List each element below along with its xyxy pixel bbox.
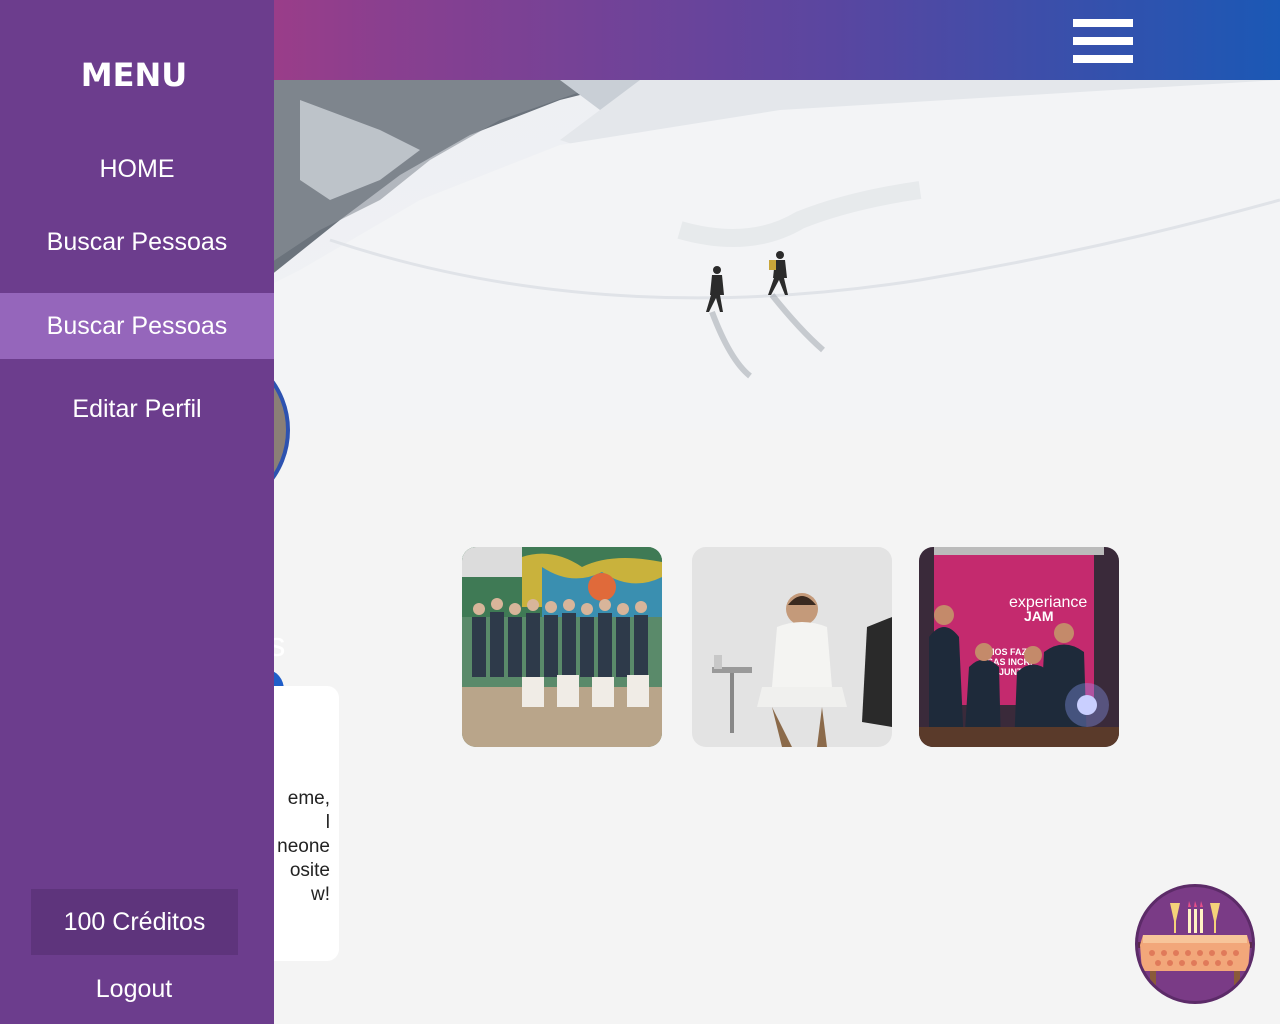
gallery-photo-group[interactable]	[462, 547, 662, 747]
banner-text: JAM	[1024, 608, 1054, 624]
sidebar-item-home[interactable]: HOME	[0, 155, 274, 184]
menu-title: MENU	[80, 56, 188, 94]
hamburger-menu-icon[interactable]	[1073, 19, 1133, 63]
gallery-photo-speaker[interactable]	[692, 547, 892, 747]
logout-link[interactable]: Logout	[0, 975, 268, 1004]
sidebar-item-editar-perfil[interactable]: Editar Perfil	[0, 395, 274, 424]
sidebar-item-buscar-pessoas-active[interactable]: Buscar Pessoas	[0, 293, 274, 359]
credits-badge[interactable]: 100 Créditos	[31, 889, 238, 955]
side-menu: MENU HOME Buscar Pessoas Buscar Pessoas …	[0, 0, 274, 1024]
sidebar-item-buscar-pessoas[interactable]: Buscar Pessoas	[0, 228, 274, 257]
gallery-photo-experiance-jam[interactable]: experiance JAM MOS FAZER SAS INCRÍ JUNTO…	[919, 547, 1119, 747]
celebration-table-icon[interactable]	[1135, 884, 1255, 1004]
